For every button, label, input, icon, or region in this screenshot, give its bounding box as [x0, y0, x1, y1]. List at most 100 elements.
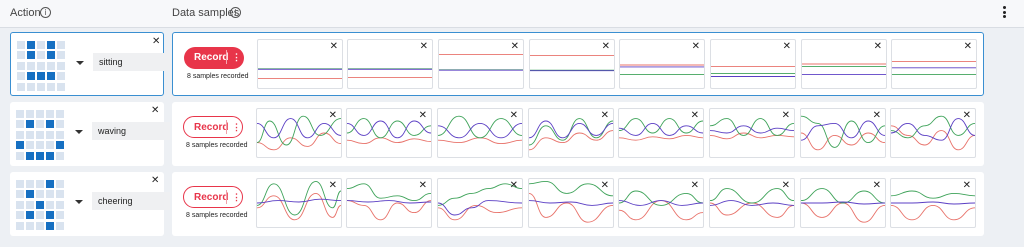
chevron-down-icon[interactable]: [75, 200, 83, 204]
data-sample[interactable]: ✕: [890, 178, 976, 228]
close-icon[interactable]: ✕: [691, 111, 699, 121]
close-icon[interactable]: ✕: [602, 42, 610, 52]
record-options-icon[interactable]: ⋮: [232, 192, 241, 202]
close-icon[interactable]: ✕: [963, 111, 971, 121]
grid-cell: [46, 120, 54, 129]
grid-cell: [26, 151, 34, 160]
grid-cell: [26, 130, 34, 139]
grid-cell: [57, 51, 65, 60]
record-button-divider: [226, 50, 227, 64]
axis-y-line: [347, 118, 431, 139]
close-icon[interactable]: ✕: [873, 181, 881, 191]
action-name-field[interactable]: waving: [92, 122, 170, 140]
close-icon[interactable]: ✕: [963, 181, 971, 191]
chevron-down-icon[interactable]: [75, 130, 83, 134]
data-sample[interactable]: ✕: [801, 39, 887, 89]
data-sample[interactable]: ✕: [891, 39, 977, 89]
data-sample[interactable]: ✕: [256, 108, 342, 158]
data-sample[interactable]: ✕: [800, 178, 886, 228]
close-icon[interactable]: ✕: [510, 111, 518, 121]
action-card[interactable]: sitting ✕: [10, 32, 171, 96]
data-sample[interactable]: ✕: [437, 108, 523, 158]
grid-cell: [27, 72, 35, 81]
data-sample[interactable]: ✕: [800, 108, 886, 158]
data-sample[interactable]: ✕: [709, 108, 795, 158]
record-options-icon[interactable]: ⋮: [232, 122, 241, 132]
close-icon[interactable]: ✕: [510, 181, 518, 191]
record-options-icon[interactable]: ⋮: [232, 52, 241, 62]
data-sample[interactable]: ✕: [890, 108, 976, 158]
data-sample[interactable]: ✕: [346, 178, 432, 228]
data-sample[interactable]: ✕: [437, 178, 523, 228]
close-icon[interactable]: ✕: [419, 181, 427, 191]
data-sample[interactable]: ✕: [528, 108, 614, 158]
close-icon[interactable]: ✕: [330, 42, 338, 52]
chevron-down-icon[interactable]: [76, 61, 84, 65]
close-icon[interactable]: ✕: [964, 42, 972, 52]
action-card[interactable]: cheering ✕: [10, 172, 170, 236]
info-icon[interactable]: i: [40, 7, 51, 18]
close-icon[interactable]: ✕: [419, 111, 427, 121]
grid-cell: [56, 190, 64, 199]
grid-cell: [37, 82, 45, 91]
grid-cell: [16, 200, 24, 209]
data-sample[interactable]: ✕: [438, 39, 524, 89]
close-icon[interactable]: ✕: [601, 181, 609, 191]
grid-cell: [26, 211, 34, 220]
grid-cell: [16, 221, 24, 230]
data-sample[interactable]: ✕: [618, 108, 704, 158]
grid-cell: [26, 120, 34, 129]
close-icon[interactable]: ✕: [511, 42, 519, 52]
more-options-icon[interactable]: [1001, 6, 1007, 20]
close-icon[interactable]: ✕: [151, 176, 159, 186]
axis-z-line: [891, 201, 975, 205]
close-icon[interactable]: ✕: [692, 42, 700, 52]
axis-z-line: [257, 198, 341, 204]
axis-z-line: [347, 120, 431, 139]
data-sample[interactable]: ✕: [709, 178, 795, 228]
data-sample[interactable]: ✕: [710, 39, 796, 89]
data-sample[interactable]: ✕: [256, 178, 342, 228]
close-icon[interactable]: ✕: [601, 111, 609, 121]
record-button[interactable]: Record ⋮: [183, 116, 243, 138]
close-icon[interactable]: ✕: [874, 42, 882, 52]
close-icon[interactable]: ✕: [782, 111, 790, 121]
axis-x-line: [347, 200, 431, 221]
samples-count: 8 samples recorded: [186, 212, 248, 219]
grid-cell: [37, 51, 45, 60]
close-icon[interactable]: ✕: [873, 111, 881, 121]
close-icon[interactable]: ✕: [329, 111, 337, 121]
grid-cell: [16, 180, 24, 188]
grid-cell: [36, 200, 44, 209]
close-icon[interactable]: ✕: [783, 42, 791, 52]
info-icon[interactable]: i: [230, 7, 241, 18]
close-icon[interactable]: ✕: [152, 37, 160, 47]
grid-cell: [47, 51, 55, 60]
record-button-divider: [226, 190, 227, 204]
close-icon[interactable]: ✕: [782, 181, 790, 191]
action-row: sitting ✕ Record ⋮ 8 samples recorded ✕ ✕ ✕ ✕ ✕ ✕ ✕…: [0, 32, 1024, 96]
data-sample[interactable]: ✕: [346, 108, 432, 158]
grid-cell: [46, 211, 54, 220]
action-icon-grid[interactable]: [17, 41, 67, 91]
grid-cell: [37, 41, 45, 49]
data-sample[interactable]: ✕: [257, 39, 343, 89]
action-name-field[interactable]: sitting: [93, 53, 171, 71]
action-name-field[interactable]: cheering: [92, 192, 170, 210]
action-icon-grid[interactable]: [16, 180, 66, 230]
grid-cell: [46, 151, 54, 160]
close-icon[interactable]: ✕: [329, 181, 337, 191]
record-button[interactable]: Record ⋮: [184, 47, 244, 69]
data-sample[interactable]: ✕: [529, 39, 615, 89]
action-card[interactable]: waving ✕: [10, 102, 170, 166]
data-sample[interactable]: ✕: [619, 39, 705, 89]
close-icon[interactable]: ✕: [420, 42, 428, 52]
data-sample[interactable]: ✕: [618, 178, 704, 228]
close-icon[interactable]: ✕: [151, 106, 159, 116]
record-button-divider: [226, 120, 227, 134]
data-sample[interactable]: ✕: [528, 178, 614, 228]
record-button[interactable]: Record ⋮: [183, 186, 243, 208]
data-sample[interactable]: ✕: [347, 39, 433, 89]
action-icon-grid[interactable]: [16, 110, 66, 160]
close-icon[interactable]: ✕: [691, 181, 699, 191]
